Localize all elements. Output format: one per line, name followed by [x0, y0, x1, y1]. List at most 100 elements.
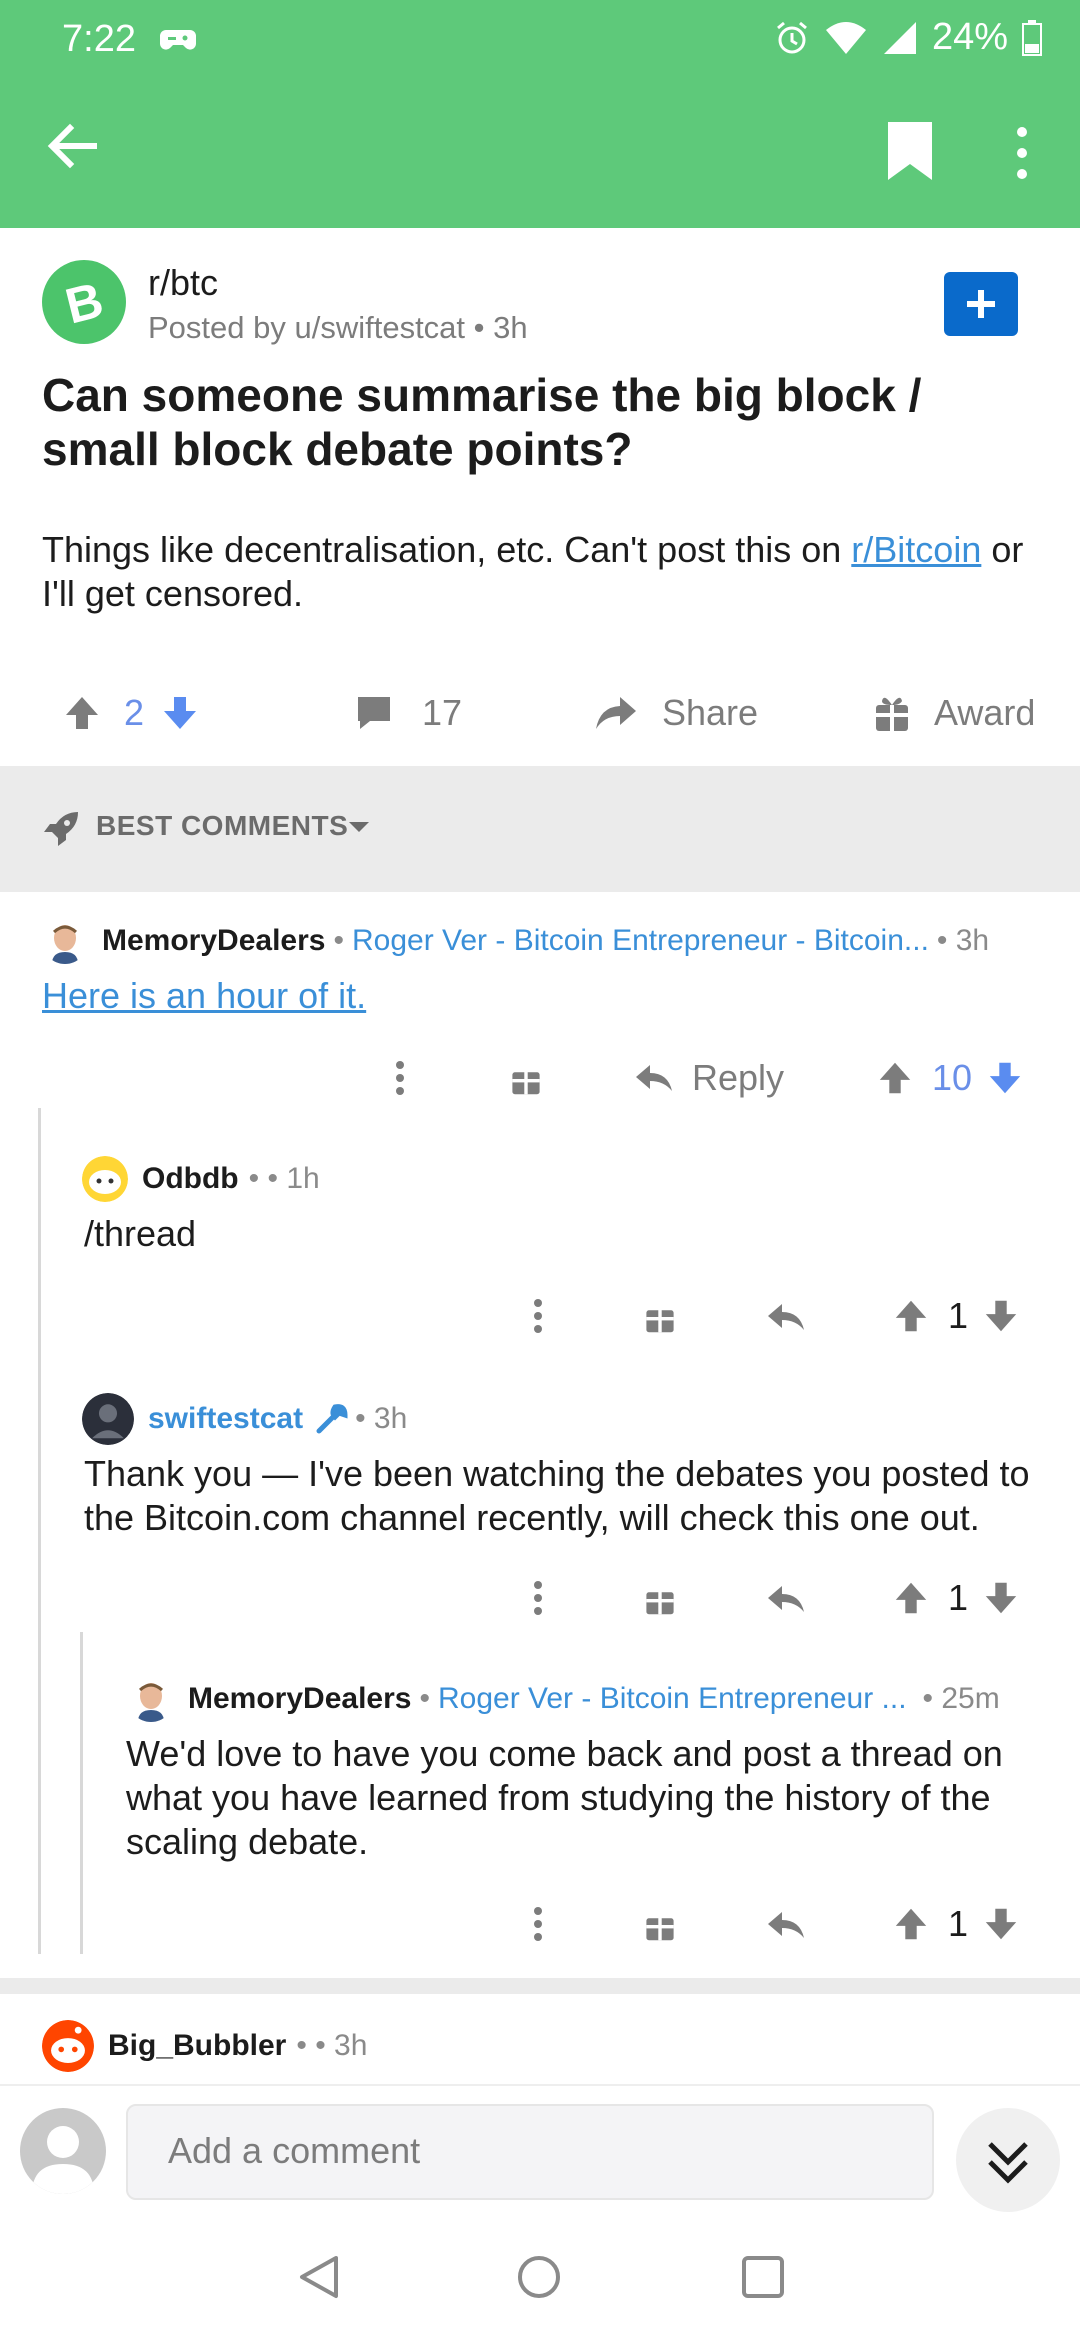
- system-nav-bar: [0, 2220, 1080, 2340]
- thread-line[interactable]: [38, 1108, 41, 1954]
- comment-composer: Add a comment: [0, 2084, 1080, 2220]
- upvote-icon[interactable]: [892, 1297, 930, 1335]
- comment-age: • 3h: [355, 1402, 408, 1435]
- comment-actions: 1: [380, 1286, 1040, 1346]
- reply-icon[interactable]: [766, 1582, 806, 1616]
- user-flair: Roger Ver - Bitcoin Entrepreneur ...: [437, 1682, 907, 1715]
- comment-score: 1: [948, 1903, 969, 1944]
- comment-author[interactable]: MemoryDealers: [188, 1682, 411, 1716]
- collapse-comments-button[interactable]: [956, 2108, 1060, 2212]
- bitcoin-cash-icon: B: [60, 271, 109, 334]
- nav-back-icon[interactable]: [296, 2254, 342, 2300]
- post-actions: 2 17 Share Award: [0, 668, 1080, 758]
- more-options-icon[interactable]: [532, 1298, 544, 1334]
- comment-body: Here is an hour of it.: [42, 974, 366, 1018]
- status-time: 7:22: [62, 18, 136, 60]
- my-avatar[interactable]: [20, 2108, 106, 2194]
- caret-down-icon: [349, 822, 369, 832]
- comment-header: swiftestcat • 3h: [82, 1393, 408, 1445]
- award-label: Award: [934, 692, 1036, 733]
- post-title[interactable]: Can someone summarise the big block / sm…: [42, 368, 1042, 476]
- comment-header: MemoryDealers • Roger Ver - Bitcoin Entr…: [42, 918, 989, 964]
- sort-label: BEST COMMENTS: [96, 810, 349, 841]
- comment-author[interactable]: swiftestcat: [148, 1402, 303, 1436]
- double-chevron-down-icon: [988, 2142, 1028, 2184]
- reply-icon[interactable]: [766, 1908, 806, 1942]
- share-button[interactable]: Share: [594, 668, 758, 758]
- comment-link[interactable]: Here is an hour of it.: [42, 975, 366, 1016]
- comment-header: MemoryDealers • Roger Ver - Bitcoin Entr…: [128, 1676, 1000, 1722]
- award-icon[interactable]: [644, 1908, 676, 1942]
- subreddit-icon[interactable]: B: [42, 260, 126, 344]
- bookmark-icon[interactable]: [882, 120, 938, 182]
- join-button[interactable]: [944, 272, 1018, 336]
- award-icon[interactable]: [644, 1582, 676, 1616]
- upvote-icon[interactable]: [892, 1579, 930, 1617]
- downvote-icon[interactable]: [986, 1059, 1024, 1097]
- status-icons: 24%: [774, 16, 1042, 59]
- downvote-icon[interactable]: [160, 693, 200, 733]
- nav-home-icon[interactable]: [516, 2254, 562, 2300]
- comment-body: We'd love to have you come back and post…: [126, 1733, 1003, 1862]
- reply-button[interactable]: Reply: [634, 1048, 784, 1108]
- downvote-icon[interactable]: [982, 1905, 1020, 1943]
- comment-actions: 1: [380, 1894, 1040, 1954]
- more-options-icon[interactable]: [1004, 124, 1040, 182]
- back-arrow-icon[interactable]: [44, 118, 100, 174]
- comment-body: /thread: [84, 1213, 197, 1254]
- reply-icon: [636, 1065, 672, 1091]
- comment-author[interactable]: MemoryDealers: [102, 924, 325, 958]
- posted-by[interactable]: Posted by u/swiftestcat: [148, 310, 465, 345]
- comment-score: 1: [948, 1295, 969, 1336]
- post-meta: Posted by u/swiftestcat • 3h: [148, 310, 528, 345]
- alarm-icon: [776, 21, 807, 53]
- more-options-icon[interactable]: [532, 1580, 544, 1616]
- downvote-icon[interactable]: [982, 1297, 1020, 1335]
- rocket-icon: [44, 812, 78, 846]
- user-avatar[interactable]: [82, 1156, 128, 1202]
- comment-sort-bar[interactable]: BEST COMMENTS: [0, 766, 1080, 892]
- downvote-icon[interactable]: [982, 1579, 1020, 1617]
- reply-label: Reply: [692, 1057, 785, 1098]
- comment-header: Big_Bubbler • • 3h: [42, 2020, 367, 2072]
- vote-group: 1: [892, 1568, 1020, 1628]
- comment-author[interactable]: Odbdb: [142, 1162, 239, 1196]
- subreddit-name[interactable]: r/btc: [148, 262, 218, 304]
- plus-icon: [967, 290, 995, 318]
- post-body: Things like decentralisation, etc. Can't…: [42, 528, 1042, 616]
- post-body-link[interactable]: r/Bitcoin: [851, 529, 981, 570]
- award-icon[interactable]: [644, 1300, 676, 1334]
- reply-icon[interactable]: [766, 1300, 806, 1334]
- thread-line[interactable]: [80, 1632, 83, 1954]
- user-avatar[interactable]: [82, 1393, 134, 1445]
- upvote-icon[interactable]: [876, 1059, 914, 1097]
- game-controller-icon: [160, 30, 196, 50]
- comment-author[interactable]: Big_Bubbler: [108, 2029, 286, 2063]
- user-avatar[interactable]: [42, 918, 88, 964]
- battery-level: 24%: [931, 16, 1008, 58]
- nav-recents-icon[interactable]: [740, 2254, 786, 2300]
- comment-age: • • 3h: [296, 2029, 368, 2062]
- share-label: Share: [662, 692, 759, 733]
- add-comment-input[interactable]: Add a comment: [126, 2104, 934, 2200]
- comment-actions: Reply 10: [380, 1048, 1040, 1108]
- gift-icon: [876, 697, 908, 731]
- more-options-icon[interactable]: [532, 1906, 544, 1942]
- comment-actions: 1: [380, 1568, 1040, 1628]
- comment-body: Thank you — I've been watching the debat…: [84, 1453, 1030, 1538]
- comment-header: Odbdb • • 1h: [82, 1156, 320, 1202]
- comment-age: • 25m: [922, 1682, 1000, 1715]
- user-placeholder-icon: [32, 2126, 94, 2194]
- vote-group: 1: [892, 1894, 1020, 1954]
- share-icon: [596, 697, 636, 729]
- upvote-icon[interactable]: [892, 1905, 930, 1943]
- award-icon[interactable]: [510, 1062, 542, 1096]
- user-avatar[interactable]: [42, 2020, 94, 2072]
- award-button[interactable]: Award: [874, 668, 1035, 758]
- more-options-icon[interactable]: [394, 1060, 406, 1096]
- comments-button[interactable]: 17: [354, 668, 462, 758]
- user-avatar[interactable]: [128, 1676, 174, 1722]
- signal-icon: [883, 21, 916, 54]
- upvote-icon[interactable]: [62, 693, 102, 733]
- comment-age: • 3h: [936, 924, 990, 957]
